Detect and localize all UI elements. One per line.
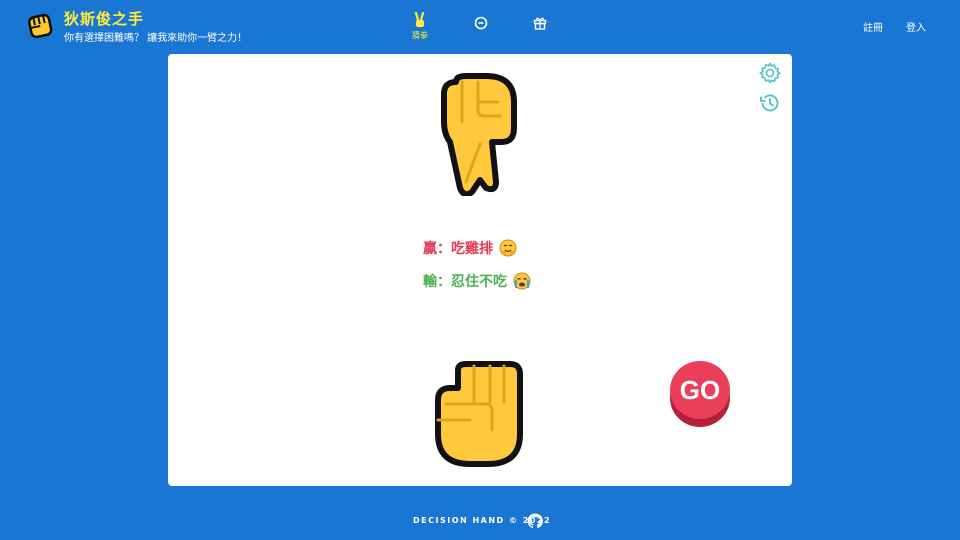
victory-hand-icon bbox=[414, 12, 425, 27]
lose-outcome: 輸：忍住不吃 bbox=[423, 271, 531, 291]
raised-fist-logo-icon[interactable] bbox=[26, 10, 54, 40]
win-outcome-label: 贏：吃雞排 bbox=[423, 241, 493, 257]
gear-icon[interactable] bbox=[758, 61, 782, 85]
win-outcome: 贏：吃雞排 bbox=[423, 238, 517, 258]
game-card: 贏：吃雞排 輸：忍住不吃 GO bbox=[168, 54, 792, 486]
history-icon[interactable] bbox=[758, 91, 782, 115]
app-title: 狄斯俊之手 bbox=[64, 10, 145, 28]
gift-icon bbox=[533, 17, 547, 30]
tab-label: 猜拳 bbox=[412, 31, 428, 40]
hugging-face-icon bbox=[499, 239, 517, 257]
github-icon[interactable] bbox=[527, 513, 543, 529]
raised-fist-icon bbox=[435, 361, 523, 467]
victory-hand-down-icon bbox=[441, 73, 517, 196]
crying-face-icon bbox=[513, 272, 531, 290]
go-button[interactable]: GO bbox=[668, 359, 732, 429]
tab-coin[interactable] bbox=[466, 16, 496, 46]
tab-gift[interactable] bbox=[525, 16, 555, 46]
login-link[interactable]: 登入 bbox=[906, 19, 926, 34]
coin-icon bbox=[474, 16, 488, 30]
register-link[interactable]: 註冊 bbox=[863, 19, 883, 34]
go-button-label: GO bbox=[670, 361, 730, 419]
app-subtitle: 你有選擇困難嗎？ 讓我來助你一臂之力！ bbox=[64, 33, 248, 44]
tab-rock-paper-scissors[interactable]: 猜拳 bbox=[405, 12, 435, 42]
lose-outcome-label: 輸：忍住不吃 bbox=[423, 274, 507, 290]
